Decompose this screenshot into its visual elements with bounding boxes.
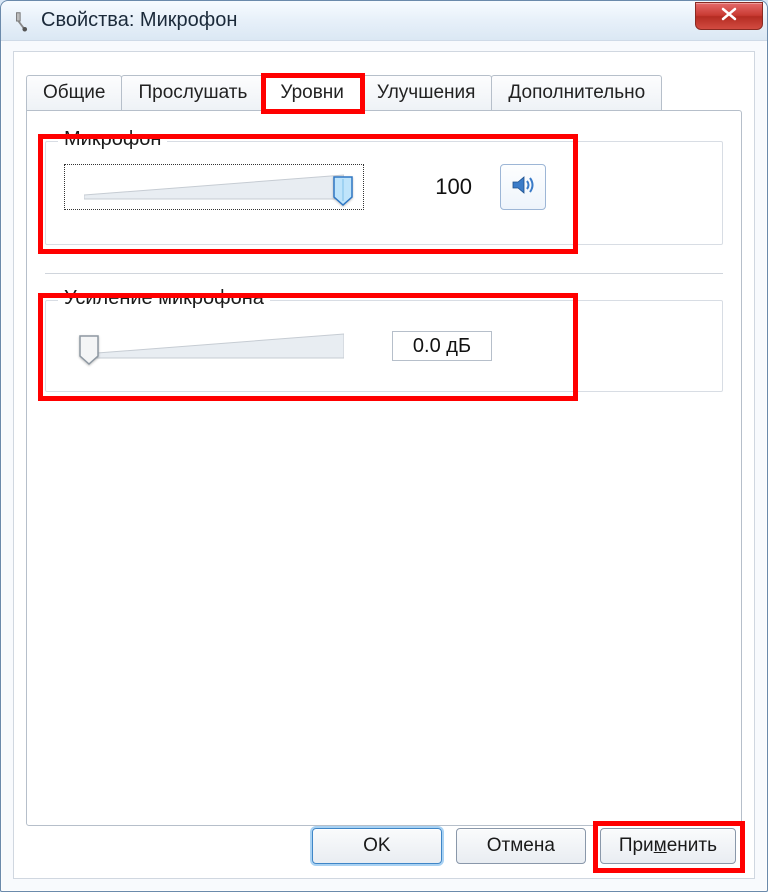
cancel-button[interactable]: Отмена: [456, 828, 586, 864]
dialog-buttons: OK Отмена Применить: [312, 828, 736, 864]
slider-thumb[interactable]: [78, 334, 100, 366]
group-title: Усиление микрофона: [58, 287, 270, 310]
slider-thumb[interactable]: [332, 175, 354, 207]
ok-button[interactable]: OK: [312, 828, 442, 864]
window-title: Свойства: Микрофон: [41, 9, 237, 32]
button-label: OK: [363, 835, 390, 857]
tab-strip: Общие Прослушать Уровни Улучшения Дополн…: [26, 70, 742, 110]
tab-label: Дополнительно: [508, 82, 645, 103]
mic-boost-value: 0.0 дБ: [392, 331, 492, 361]
separator: [45, 273, 723, 274]
close-button[interactable]: [695, 2, 763, 30]
tab-page-levels: Микрофон 100: [26, 110, 742, 826]
tab-advanced[interactable]: Дополнительно: [491, 75, 662, 110]
tab-general[interactable]: Общие: [26, 75, 122, 110]
mic-level-value: 100: [392, 174, 472, 200]
group-mic-boost: Усиление микрофона 0.0 дБ: [45, 300, 723, 392]
microphone-icon: [11, 10, 33, 32]
tab-label: Прослушать: [138, 82, 247, 103]
tab-levels[interactable]: Уровни: [263, 75, 361, 110]
button-label: Отмена: [487, 835, 555, 857]
value-text: 0.0 дБ: [413, 335, 471, 358]
group-mic-level: Микрофон 100: [45, 141, 723, 245]
mic-level-row: 100: [64, 164, 704, 210]
mic-boost-slider[interactable]: [64, 323, 364, 369]
close-icon: [720, 5, 738, 26]
apply-button[interactable]: Применить: [600, 828, 736, 864]
tab-enhancements[interactable]: Улучшения: [360, 75, 493, 110]
tab-label: Уровни: [280, 82, 344, 103]
mic-level-slider[interactable]: [64, 164, 364, 210]
tab-label: Улучшения: [377, 82, 476, 103]
titlebar[interactable]: Свойства: Микрофон: [1, 1, 767, 41]
properties-window: Свойства: Микрофон Общие Прослушать Уров…: [0, 0, 768, 892]
mic-boost-row: 0.0 дБ: [64, 323, 704, 369]
mute-button[interactable]: [500, 164, 546, 210]
client-area: Общие Прослушать Уровни Улучшения Дополн…: [13, 51, 755, 879]
tab-label: Общие: [43, 82, 105, 103]
speaker-icon: [509, 171, 537, 204]
button-label: Применить: [619, 835, 717, 857]
tab-listen[interactable]: Прослушать: [121, 75, 264, 110]
group-title: Микрофон: [58, 128, 167, 151]
